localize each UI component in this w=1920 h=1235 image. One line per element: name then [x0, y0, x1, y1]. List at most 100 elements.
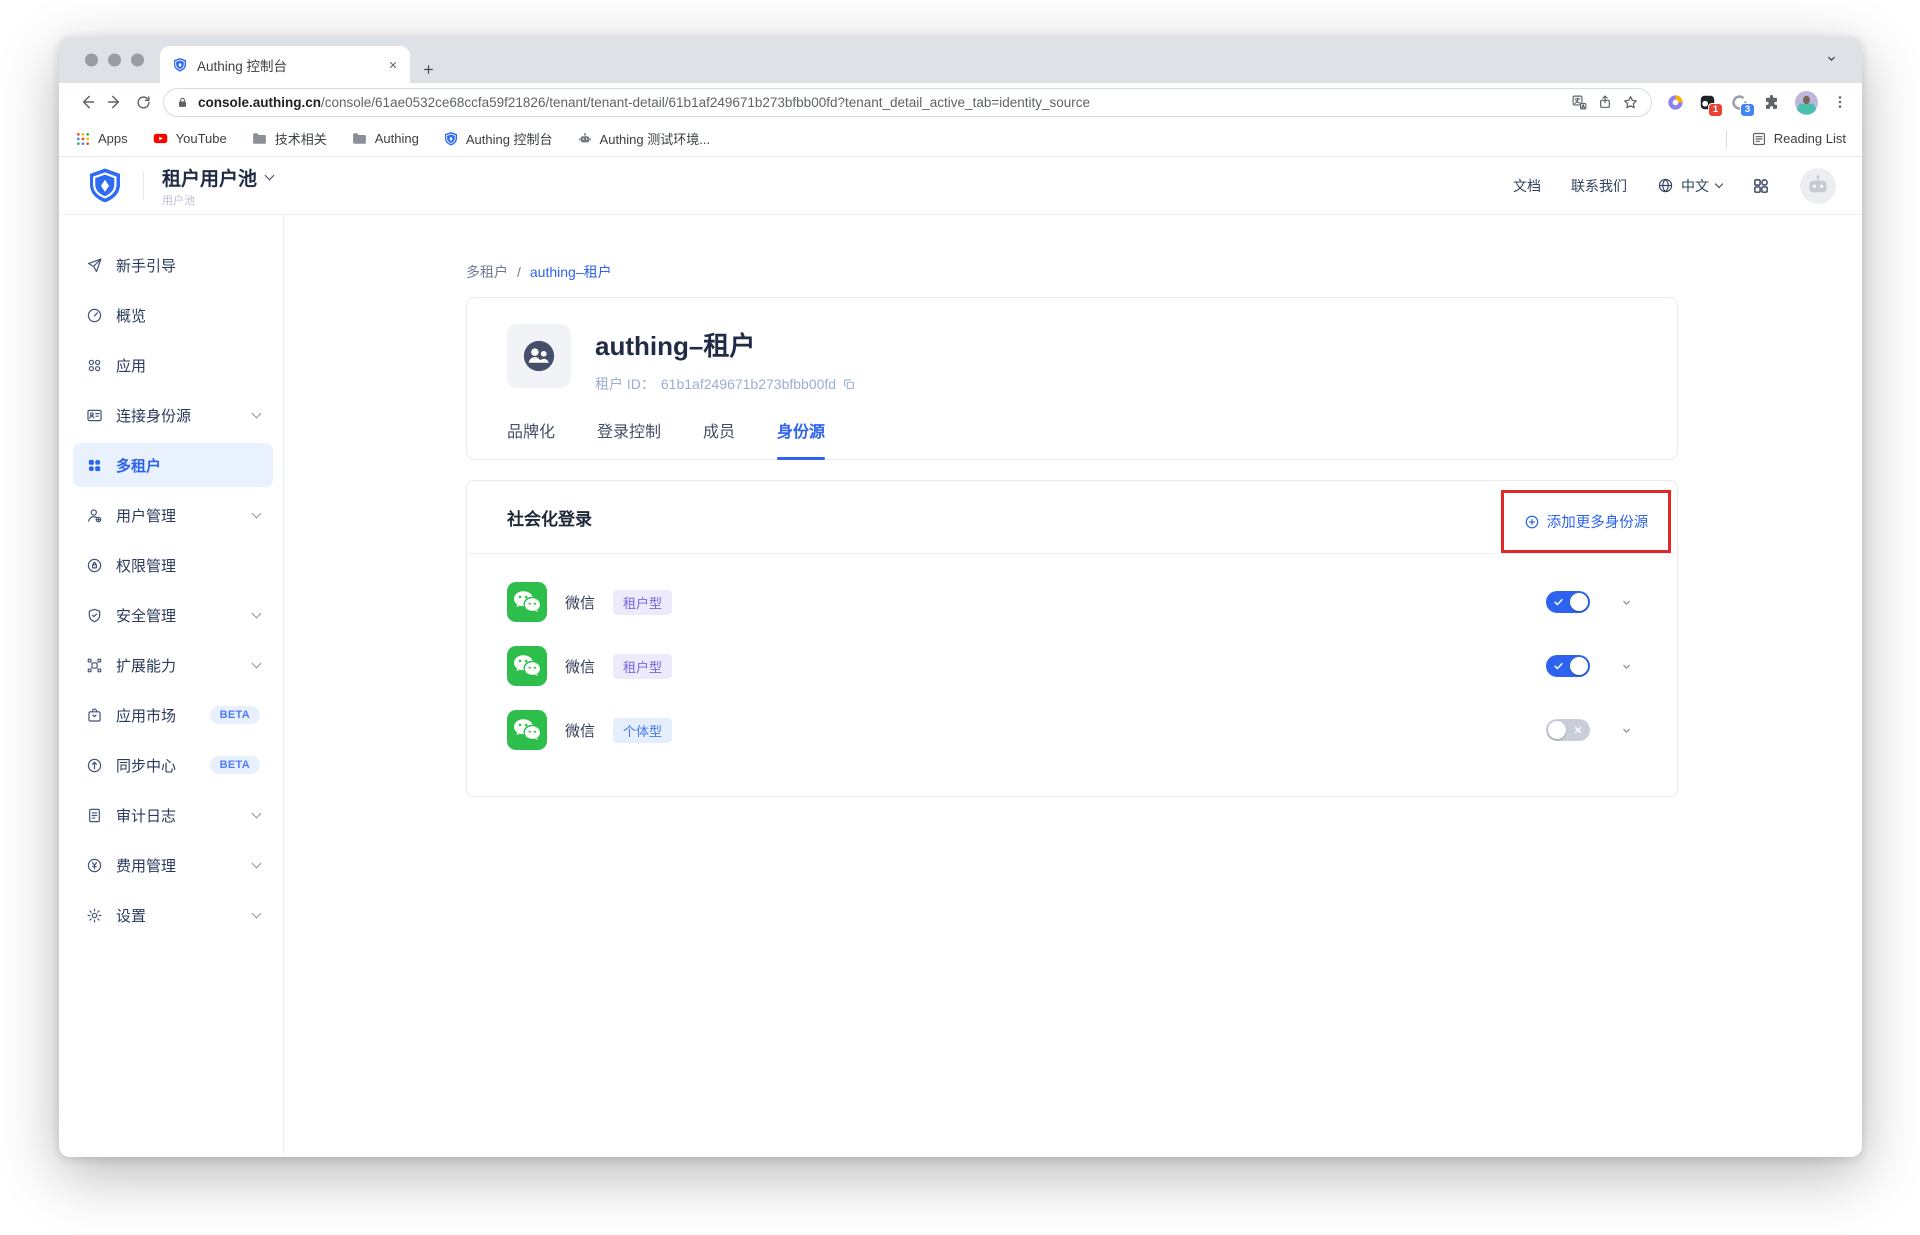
expand-row-chevron-icon[interactable]: [1616, 720, 1637, 741]
annotation-highlight-box: 添加更多身份源: [1501, 490, 1671, 553]
sidebar-item-sync[interactable]: 同步中心BETA: [73, 743, 273, 787]
bookmark-item-1[interactable]: YouTube: [152, 130, 227, 147]
sidebar-item-audit[interactable]: 审计日志: [73, 793, 273, 837]
sidebar-item-apps[interactable]: 应用: [73, 343, 273, 387]
bookmark-star-icon[interactable]: [1622, 94, 1639, 111]
tab-label: 成员: [703, 424, 735, 441]
sidebar-item-user[interactable]: 用户管理: [73, 493, 273, 537]
authing-logo-icon[interactable]: [85, 166, 125, 206]
sidebar-item-label: 用户管理: [116, 505, 176, 526]
bookmark-item-0[interactable]: Apps: [75, 131, 128, 147]
wechat-icon: [507, 710, 547, 750]
bookmarks-divider: [1726, 130, 1727, 148]
sidebar-item-tenant[interactable]: 多租户: [73, 443, 273, 487]
extension-colorful-icon[interactable]: [1666, 93, 1685, 112]
folder-icon: [351, 130, 368, 147]
window-controls[interactable]: [85, 54, 144, 67]
wechat-icon: [507, 646, 547, 686]
browser-tab[interactable]: Authing 控制台: [160, 46, 410, 83]
enable-toggle[interactable]: [1546, 655, 1590, 677]
enable-toggle[interactable]: [1546, 591, 1590, 613]
bookmark-item-3[interactable]: Authing: [351, 130, 419, 147]
header-right: 文档 联系我们 中文: [1513, 168, 1836, 204]
bookmark-label: Authing: [375, 131, 419, 146]
url-text: console.authing.cn/console/61ae0532ce68c…: [198, 95, 1562, 110]
browser-window: Authing 控制台 console.authing.cn/console/6…: [59, 37, 1862, 1157]
identity-source-name: 微信: [565, 592, 595, 613]
main-content: 多租户 / authing–租户 authing–租户 租户 ID： 61b1a…: [284, 215, 1862, 1157]
browser-menu-icon[interactable]: [1832, 94, 1848, 110]
extension-notes-icon[interactable]: 1: [1698, 93, 1717, 112]
console-apps-icon[interactable]: [1752, 177, 1770, 195]
sidebar-item-security[interactable]: 安全管理: [73, 593, 273, 637]
zoom-window-button[interactable]: [131, 54, 144, 67]
lock-icon: [176, 96, 189, 109]
expand-row-chevron-icon[interactable]: [1616, 656, 1637, 677]
idsource-icon: [86, 407, 103, 424]
sidebar-item-expand[interactable]: 扩展能力: [73, 643, 273, 687]
workspace-subtitle: 用户池: [162, 192, 273, 208]
new-tab-button[interactable]: [422, 63, 435, 76]
tab-search-chevron-icon[interactable]: [1825, 52, 1838, 65]
tenant-tab-1[interactable]: 登录控制: [597, 418, 661, 459]
workspace-switcher[interactable]: 租户用户池 用户池: [162, 164, 273, 208]
sidebar-item-label: 多租户: [116, 455, 161, 476]
sidebar-item-permission[interactable]: 权限管理: [73, 543, 273, 587]
extensions-puzzle-icon[interactable]: [1762, 93, 1781, 112]
share-icon[interactable]: [1597, 94, 1613, 110]
contact-link[interactable]: 联系我们: [1571, 176, 1627, 196]
bookmark-item-2[interactable]: 技术相关: [251, 129, 327, 148]
expand-icon: [86, 657, 103, 674]
sidebar-item-idsource[interactable]: 连接身份源: [73, 393, 273, 437]
toggle-knob: [1570, 657, 1588, 675]
sidebar-item-label: 新手引导: [116, 255, 176, 276]
permission-icon: [86, 557, 103, 574]
reading-list-button[interactable]: Reading List: [1751, 131, 1846, 147]
tenant-tab-0[interactable]: 品牌化: [507, 418, 555, 459]
authing-shield-icon: [443, 131, 459, 147]
browser-profile-avatar[interactable]: [1794, 90, 1819, 115]
back-button[interactable]: [73, 88, 101, 116]
sidebar-item-overview[interactable]: 概览: [73, 293, 273, 337]
chevron-down-icon: [252, 509, 262, 519]
minimize-window-button[interactable]: [108, 54, 121, 67]
authing-favicon-icon: [172, 57, 188, 73]
bookmarks-bar: Apps YouTube 技术相关 Authing Authing 控制台 Au…: [59, 121, 1862, 157]
close-tab-icon[interactable]: [388, 60, 398, 70]
tenant-card: authing–租户 租户 ID： 61b1af249671b273bfbb00…: [466, 297, 1678, 460]
toggle-knob: [1570, 593, 1588, 611]
sidebar-item-label: 安全管理: [116, 605, 176, 626]
tenant-tab-3[interactable]: 身份源: [777, 418, 825, 459]
identity-source-row-1: 微信 租户型: [507, 634, 1637, 698]
expand-row-chevron-icon[interactable]: [1616, 592, 1637, 613]
reading-list-icon: [1751, 131, 1767, 147]
reload-button[interactable]: [129, 88, 157, 116]
bookmark-label: Authing 测试环境...: [600, 129, 711, 148]
identity-source-name: 微信: [565, 656, 595, 677]
sidebar-item-market[interactable]: 应用市场BETA: [73, 693, 273, 737]
breadcrumb-separator: /: [517, 264, 521, 280]
extension-loop-icon[interactable]: 3: [1730, 93, 1749, 112]
close-window-button[interactable]: [85, 54, 98, 67]
sidebar-item-gear[interactable]: 设置: [73, 893, 273, 937]
copy-icon[interactable]: [842, 377, 856, 391]
docs-link[interactable]: 文档: [1513, 176, 1541, 196]
address-bar[interactable]: console.authing.cn/console/61ae0532ce68c…: [163, 88, 1652, 117]
breadcrumb-current[interactable]: authing–租户: [530, 262, 612, 282]
sidebar-item-guide[interactable]: 新手引导: [73, 243, 273, 287]
bookmark-item-5[interactable]: Authing 测试环境...: [577, 129, 711, 148]
identity-type-tag: 租户型: [613, 654, 672, 679]
bookmark-item-4[interactable]: Authing 控制台: [443, 129, 553, 148]
add-identity-source-button[interactable]: 添加更多身份源: [1524, 511, 1649, 532]
translate-icon[interactable]: [1571, 94, 1588, 111]
enable-toggle[interactable]: [1546, 719, 1590, 741]
user-avatar[interactable]: [1800, 168, 1836, 204]
language-switcher[interactable]: 中文: [1657, 176, 1722, 196]
tenant-tab-2[interactable]: 成员: [703, 418, 735, 459]
identity-source-name: 微信: [565, 720, 595, 741]
breadcrumb-root[interactable]: 多租户: [466, 262, 508, 282]
sidebar-item-label: 审计日志: [116, 805, 176, 826]
sidebar-item-fee[interactable]: 费用管理: [73, 843, 273, 887]
identity-type-tag: 个体型: [613, 718, 672, 743]
forward-button[interactable]: [101, 88, 129, 116]
